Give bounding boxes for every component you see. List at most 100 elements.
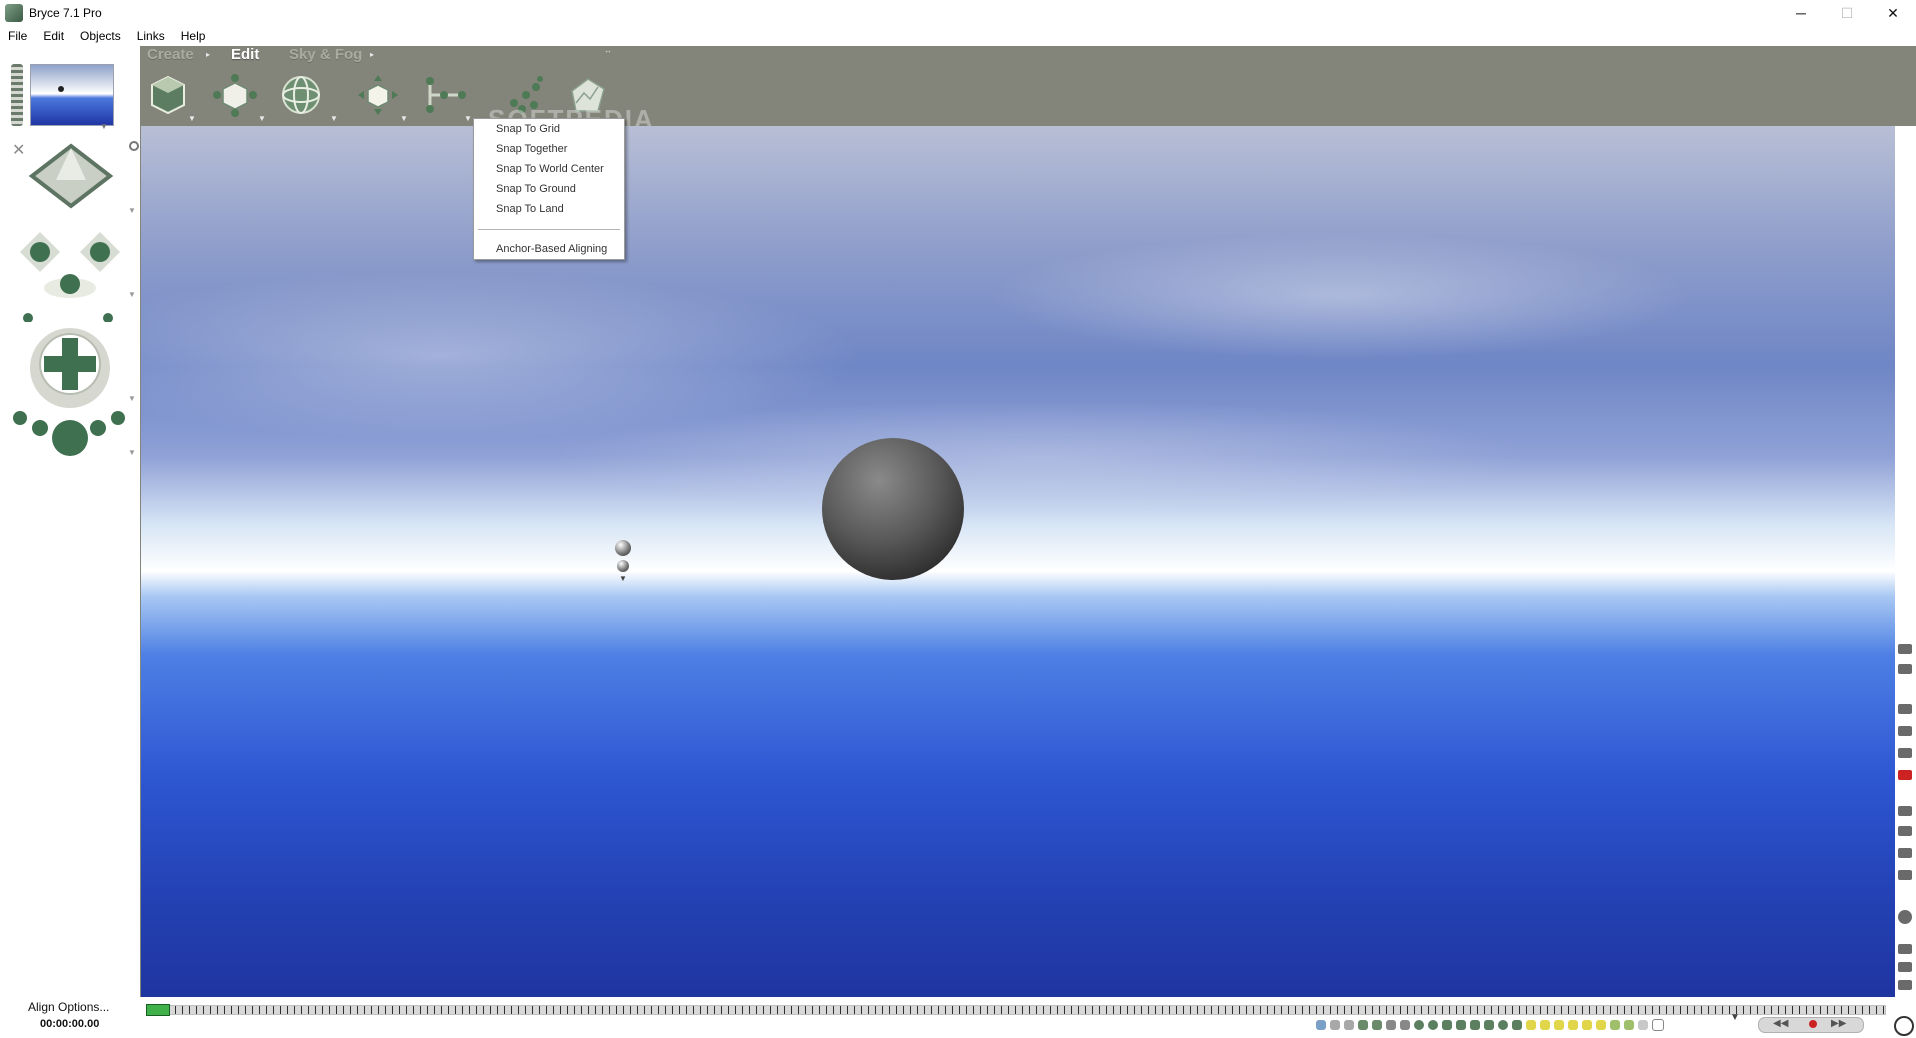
light-bulb-icon[interactable] (1526, 1020, 1536, 1030)
blank-tool-icon[interactable] (1652, 1019, 1664, 1031)
rotate-icon (282, 76, 320, 114)
maximize-button[interactable]: ☐ (1824, 0, 1870, 26)
dropdown-arrow-icon[interactable]: ▼ (619, 574, 627, 583)
close-icon[interactable]: ✕ (12, 140, 25, 160)
status-label: Align Options... (28, 1000, 110, 1014)
list-view-icon[interactable] (1898, 806, 1912, 816)
sphere-view-icon[interactable] (1898, 910, 1912, 924)
animation-timeline[interactable] (146, 1005, 1886, 1015)
dropdown-arrow-icon[interactable]: ▼ (128, 290, 136, 299)
terrain-tool-icon[interactable] (1358, 1020, 1368, 1030)
wireframe-view-icon[interactable] (1898, 704, 1912, 714)
dropdown-arrow-icon[interactable]: ▼ (400, 114, 408, 123)
material-lab-tool[interactable] (144, 70, 192, 120)
menu-snap-to-world-center[interactable]: Snap To World Center (496, 163, 604, 175)
zoom-in-icon[interactable] (1898, 944, 1912, 954)
rock-tool-icon[interactable] (1386, 1020, 1396, 1030)
menu-snap-to-land[interactable]: Snap To Land (496, 203, 564, 215)
torus-tool-icon[interactable] (1428, 1020, 1438, 1030)
menu-objects[interactable]: Objects (72, 29, 129, 43)
dropdown-arrow-icon[interactable]: ▼ (464, 114, 472, 123)
cone-tool-icon[interactable] (1470, 1020, 1480, 1030)
parallel-light-icon[interactable] (1582, 1020, 1592, 1030)
material-lab-icon (151, 75, 185, 115)
dropdown-arrow-icon[interactable]: ▼ (188, 114, 196, 123)
tab-sky-fog[interactable]: Sky & Fog (289, 46, 362, 63)
play-icon[interactable]: ▶▶ (1831, 1018, 1846, 1029)
playback-controls[interactable]: ◀◀ ▶▶ (1758, 1017, 1864, 1033)
close-button[interactable]: ✕ (1870, 0, 1916, 26)
camera-target-icon[interactable] (129, 141, 139, 151)
camera-view-control[interactable] (28, 136, 114, 217)
scene-viewport[interactable]: ▼ (141, 126, 1895, 997)
view-depth-ruler[interactable] (11, 64, 23, 126)
menu-help[interactable]: Help (173, 29, 214, 43)
square-tool-icon[interactable] (1512, 1020, 1522, 1030)
tab-create[interactable]: Create (147, 46, 194, 63)
dropdown-arrow-icon[interactable]: ▼ (128, 448, 136, 457)
pyramid-tool-icon[interactable] (1484, 1020, 1494, 1030)
zoom-out-icon[interactable] (1898, 962, 1912, 972)
dropdown-arrow-icon[interactable]: ▼ (330, 114, 338, 123)
rotate-tool[interactable] (277, 70, 325, 120)
bottom-toolbar (1316, 1018, 1664, 1032)
menu-snap-to-ground[interactable]: Snap To Ground (496, 183, 576, 195)
dropdown-arrow-icon[interactable]: ▼ (128, 394, 136, 403)
menu-file[interactable]: File (0, 29, 35, 43)
menu-anchor-based-aligning[interactable]: Anchor-Based Aligning (496, 243, 607, 255)
light-tool-icon[interactable] (1330, 1020, 1340, 1030)
dropdown-arrow-icon[interactable]: ▼ (258, 114, 266, 123)
pan-hand-icon[interactable] (1898, 980, 1912, 990)
record-button[interactable] (1809, 1020, 1817, 1028)
dropdown-arrow-icon[interactable]: ▼ (100, 122, 108, 131)
menu-links[interactable]: Links (129, 29, 173, 43)
tree-tool-icon[interactable] (1372, 1020, 1382, 1030)
camera-cross-control[interactable] (28, 324, 112, 417)
sun-light-icon[interactable] (1596, 1020, 1606, 1030)
camera-dolly-control[interactable] (10, 408, 130, 469)
object-control-handle[interactable] (615, 540, 631, 556)
disc-tool-icon[interactable] (1498, 1020, 1508, 1030)
cube-tool-icon[interactable] (1442, 1020, 1452, 1030)
menu-snap-to-grid[interactable]: Snap To Grid (496, 123, 560, 135)
align-tool[interactable] (422, 70, 470, 120)
hide-tool-icon[interactable] (1638, 1020, 1648, 1030)
menu-snap-together[interactable]: Snap Together (496, 143, 567, 155)
timeline-playhead[interactable] (146, 1004, 170, 1016)
group-tool-icon[interactable] (1624, 1020, 1634, 1030)
square-light-icon[interactable] (1568, 1020, 1578, 1030)
save-view-icon[interactable] (1898, 870, 1912, 880)
reposition-tool[interactable] (354, 70, 402, 120)
object-control-handle[interactable] (617, 560, 629, 572)
dropdown-arrow-icon[interactable]: ▼ (128, 206, 136, 215)
resize-tool[interactable] (211, 70, 259, 120)
window-title: Bryce 7.1 Pro (29, 6, 102, 20)
camera-tool-icon[interactable] (1316, 1020, 1326, 1030)
rewind-icon[interactable]: ◀◀ (1773, 1018, 1788, 1029)
menu-bar: File Edit Objects Links Help (0, 26, 1916, 46)
eraser-icon[interactable] (1898, 664, 1912, 674)
sphere-tool-icon[interactable] (1414, 1020, 1424, 1030)
shaded-view-icon[interactable] (1898, 748, 1912, 758)
minimize-button[interactable]: ─ (1778, 0, 1824, 26)
collapse-icon[interactable]: ↔ (604, 46, 612, 55)
terrain-view-icon[interactable] (1898, 826, 1912, 836)
scene-preview-thumbnail[interactable] (30, 64, 114, 126)
dropdown-arrow-icon[interactable]: ▼ (1730, 1012, 1740, 1023)
brush-icon[interactable] (1898, 644, 1912, 654)
cylinder-tool-icon[interactable] (1456, 1020, 1466, 1030)
object-tool-icon[interactable] (1344, 1020, 1354, 1030)
render-view-icon[interactable] (1898, 726, 1912, 736)
flat-view-icon[interactable] (1898, 848, 1912, 858)
camera-trackball-icon (20, 232, 120, 323)
primitive-tool-icon[interactable] (1400, 1020, 1410, 1030)
radial-light-icon[interactable] (1554, 1020, 1564, 1030)
globe-icon[interactable] (1894, 1016, 1914, 1036)
record-icon[interactable] (1898, 770, 1912, 780)
tab-edit[interactable]: Edit (231, 46, 259, 63)
path-tool-icon[interactable] (1610, 1020, 1620, 1030)
menu-edit[interactable]: Edit (35, 29, 72, 43)
sphere-object[interactable] (822, 438, 964, 580)
spot-light-icon[interactable] (1540, 1020, 1550, 1030)
trackball-control[interactable] (10, 222, 130, 327)
